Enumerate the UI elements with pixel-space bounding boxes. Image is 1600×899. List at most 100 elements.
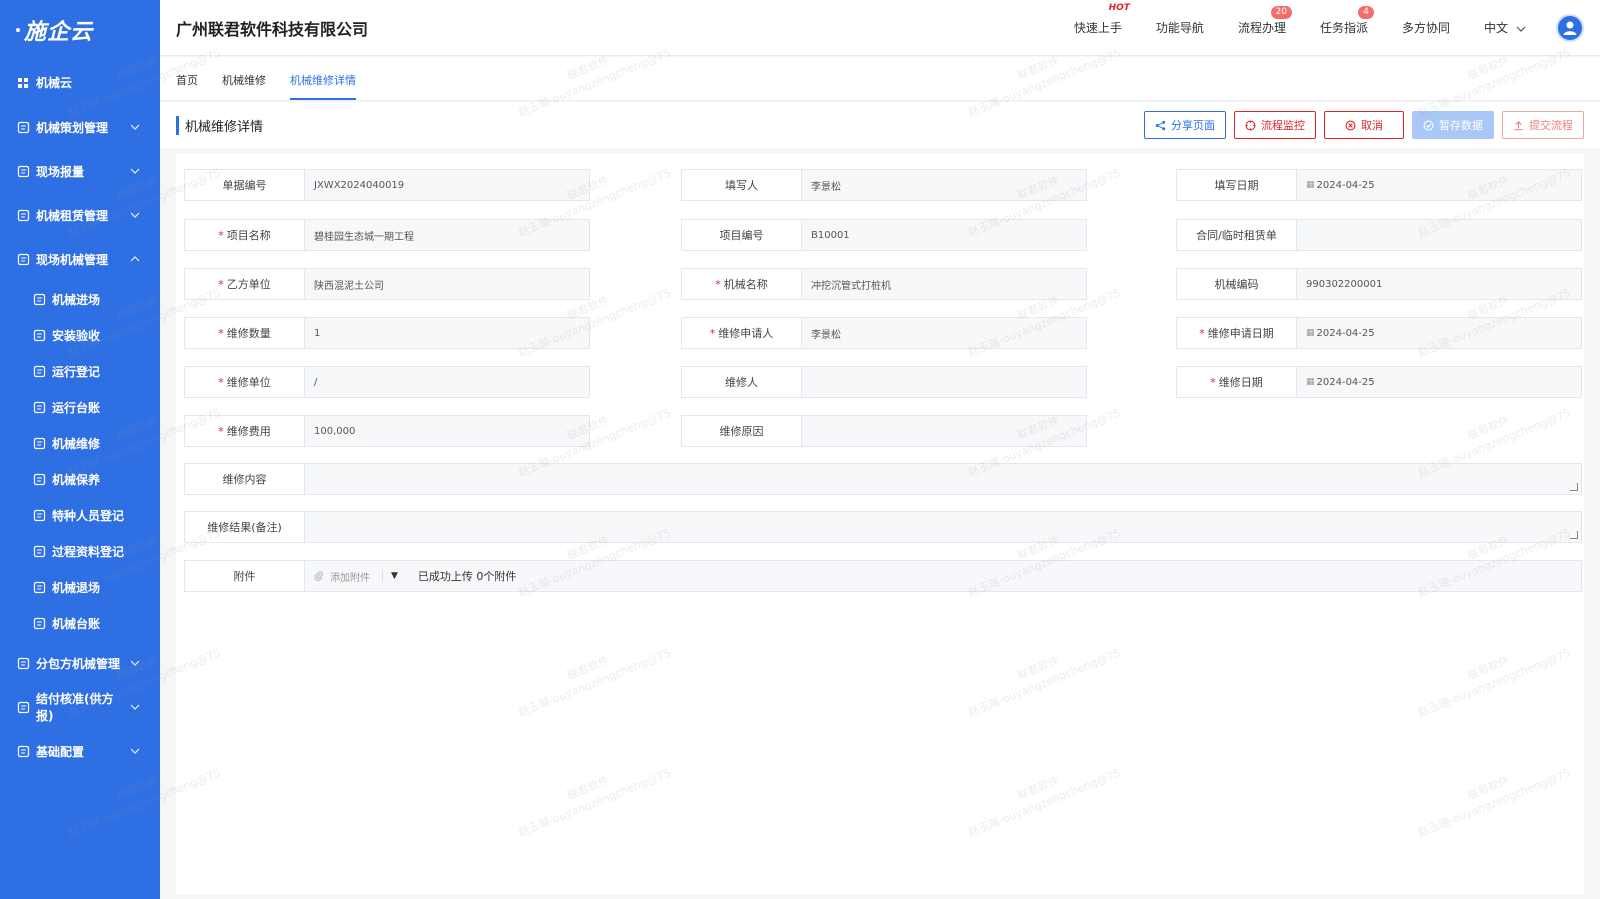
sidebar-item-5[interactable]: 机械进场 (0, 281, 160, 317)
company-name: 广州联君软件科技有限公司 (176, 19, 369, 39)
doc-no-value[interactable]: JXWX2024040019 (305, 170, 589, 200)
sidebar-item-2[interactable]: 现场报量 (0, 149, 160, 193)
task-link[interactable]: 任务指派 4 (1320, 6, 1374, 36)
sidebar-item-3[interactable]: 机械租赁管理 (0, 193, 160, 237)
attachment-dropdown-icon[interactable]: ▼ (382, 571, 398, 581)
apply-date-label-wrap: * 维修申请日期 (1177, 318, 1297, 348)
required-mark: * (218, 424, 224, 438)
sidebar-item-4[interactable]: 现场机械管理 (0, 237, 160, 281)
project-name-field: * 项目名称 碧桂园生态城一期工程 (184, 219, 590, 251)
collab-link[interactable]: 多方协同 (1402, 19, 1450, 36)
reason-field: 维修原因 (681, 415, 1087, 447)
plan-icon (16, 120, 30, 134)
share-page-button[interactable]: 分享页面 (1144, 111, 1226, 139)
process-monitor-button[interactable]: 流程监控 (1234, 111, 1316, 139)
language-select[interactable]: 中文 (1484, 19, 1526, 36)
reason-value[interactable] (802, 416, 1086, 446)
contract-value[interactable] (1297, 220, 1581, 250)
content-label: 维修内容 (185, 464, 305, 494)
content-textarea[interactable] (305, 464, 1581, 494)
sidebar-item-8[interactable]: 运行台账 (0, 389, 160, 425)
machine-name-label-wrap: * 机械名称 (682, 269, 802, 299)
project-no-value[interactable]: B10001 (802, 220, 1086, 250)
tab-home[interactable]: 首页 (176, 72, 198, 100)
chevron-down-icon (130, 166, 140, 177)
required-mark: * (218, 375, 224, 389)
resize-handle-icon[interactable] (1570, 531, 1578, 539)
repairer-field: 维修人 (681, 366, 1087, 398)
result-textarea[interactable] (305, 512, 1581, 542)
chart-icon (32, 364, 46, 378)
repair-date-input[interactable]: ▦ 2024-04-25 (1297, 367, 1581, 397)
sidebar-item-label: 结付核准(供方报) (36, 692, 114, 723)
machine-name-label: 机械名称 (723, 278, 768, 291)
repair-date-label: 维修日期 (1218, 376, 1263, 389)
sidebar-item-0[interactable]: 机械云 (0, 60, 160, 105)
table-icon (32, 544, 46, 558)
lease-icon (16, 208, 30, 222)
contract-label: 合同/临时租赁单 (1177, 220, 1297, 250)
apply-date-input[interactable]: ▦ 2024-04-25 (1297, 318, 1581, 348)
logo-dot (16, 28, 20, 32)
cost-label: 维修费用 (226, 425, 271, 438)
writer-field: 填写人 李景松 (681, 169, 1087, 201)
monitor-icon (1245, 120, 1256, 130)
logo-text: 施企云 (24, 19, 94, 45)
write-date-input[interactable]: ▦ 2024-04-25 (1297, 170, 1581, 200)
cancel-button[interactable]: 取消 (1324, 111, 1404, 139)
party-b-value[interactable]: 陕西混泥土公司 (305, 269, 589, 299)
process-label: 流程办理 (1237, 21, 1286, 35)
machine-code-value[interactable]: 990302200001 (1297, 269, 1581, 299)
repair-date-label-wrap: * 维修日期 (1177, 367, 1297, 397)
monitor-label: 流程监控 (1261, 119, 1305, 132)
user-avatar[interactable] (1556, 13, 1584, 42)
attachment-status: 已成功上传 0个附件 (417, 570, 517, 583)
sidebar-item-16[interactable]: 结付核准(供方报) (0, 685, 160, 729)
cost-value[interactable]: 100,000 (305, 416, 589, 446)
repair-date-field: * 维修日期 ▦ 2024-04-25 (1176, 366, 1582, 398)
party-b-label-wrap: * 乙方单位 (185, 269, 305, 299)
applicant-value[interactable]: 李景松 (802, 318, 1086, 348)
sidebar-item-10[interactable]: 机械保养 (0, 461, 160, 497)
required-mark: * (218, 326, 224, 340)
add-attachment-button[interactable]: 添加附件 (330, 569, 370, 584)
sidebar-nav: 机械云 机械策划管理 现场报量 机械租赁管理 现场机械管理 机械进场 安装验收 运行登记 运行台… (0, 60, 160, 773)
sidebar-item-14[interactable]: 机械台账 (0, 605, 160, 641)
machine-code-label: 机械编码 (1177, 269, 1297, 299)
doc-no-label: 单据编号 (185, 170, 305, 200)
sidebar-item-6[interactable]: 安装验收 (0, 317, 160, 353)
process-link[interactable]: 流程办理 20 (1237, 6, 1292, 36)
sidebar-item-15[interactable]: 分包方机械管理 (0, 641, 160, 685)
unit-value[interactable]: / (305, 367, 589, 397)
function-nav-link[interactable]: 功能导航 (1156, 19, 1204, 36)
sidebar-item-label: 机械台账 (52, 616, 101, 631)
sidebar-item-11[interactable]: 特种人员登记 (0, 497, 160, 533)
submit-process-button[interactable]: 提交流程 (1502, 111, 1584, 139)
chevron-down-icon (130, 746, 140, 757)
project-name-label: 项目名称 (226, 229, 271, 242)
save-draft-button[interactable]: 暂存数据 (1412, 111, 1494, 139)
repairer-value[interactable] (802, 367, 1086, 397)
person-icon (32, 508, 46, 522)
resize-handle-icon[interactable] (1570, 483, 1578, 491)
user-icon (1563, 21, 1577, 35)
machine-name-value[interactable]: 冲挖沉管式打桩机 (802, 269, 1086, 299)
required-mark: * (709, 326, 716, 340)
sidebar-item-17[interactable]: 基础配置 (0, 729, 160, 773)
sidebar-item-13[interactable]: 机械退场 (0, 569, 160, 605)
sidebar-item-12[interactable]: 过程资料登记 (0, 533, 160, 569)
project-name-value[interactable]: 碧桂园生态城一期工程 (305, 220, 589, 250)
machine-code-field: 机械编码 990302200001 (1176, 268, 1582, 300)
sidebar-item-7[interactable]: 运行登记 (0, 353, 160, 389)
logo[interactable]: 施企云 (0, 0, 160, 60)
sidebar-item-9[interactable]: 机械维修 (0, 425, 160, 461)
tab-machine-repair[interactable]: 机械维修 (222, 72, 266, 100)
writer-value[interactable]: 李景松 (802, 170, 1086, 200)
sidebar-item-1[interactable]: 机械策划管理 (0, 105, 160, 149)
quick-start-link[interactable]: 快速上手 HOT (1074, 3, 1130, 36)
sidebar-item-label: 基础配置 (36, 744, 85, 759)
tab-machine-repair-detail[interactable]: 机械维修详情 (290, 72, 356, 100)
qty-value[interactable]: 1 (305, 318, 589, 348)
share-label: 分享页面 (1171, 119, 1215, 132)
attachment-label: 附件 (185, 561, 305, 591)
